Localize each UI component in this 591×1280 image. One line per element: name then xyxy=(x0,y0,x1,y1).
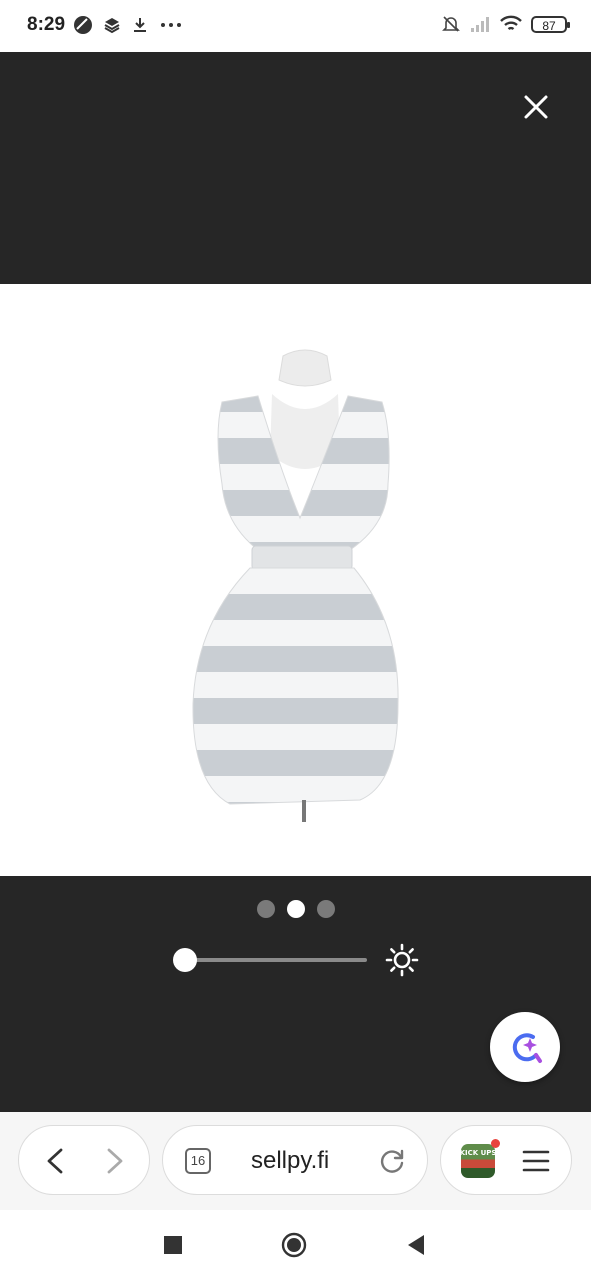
pagination-dots xyxy=(0,900,591,918)
close-icon[interactable] xyxy=(521,92,551,122)
address-bar[interactable]: 16 sellpy.fi xyxy=(162,1125,428,1195)
pagination-dot[interactable] xyxy=(316,900,335,918)
status-time: 8:29 xyxy=(27,14,66,35)
dress-image xyxy=(192,349,399,822)
assistant-icon xyxy=(512,1033,542,1063)
signal-icon xyxy=(471,17,489,32)
notification-badge xyxy=(491,1139,500,1148)
home-icon[interactable] xyxy=(281,1232,307,1258)
game-thumbnail-art: KICK UPS xyxy=(461,1149,495,1157)
app-circle-icon xyxy=(74,16,92,34)
browser-toolbar: 16 sellpy.fi KICK UPS xyxy=(0,1112,591,1210)
game-thumbnail[interactable]: KICK UPS xyxy=(461,1144,495,1178)
system-nav-bar xyxy=(0,1210,591,1280)
status-bar: 8:29 87 xyxy=(0,0,591,52)
extras-pill: KICK UPS xyxy=(440,1125,572,1195)
image-viewer-top xyxy=(0,52,591,284)
tab-count-button[interactable]: 16 xyxy=(185,1148,211,1174)
status-left-icons xyxy=(73,15,183,35)
back-nav-icon[interactable] xyxy=(403,1232,429,1258)
reload-icon[interactable] xyxy=(377,1146,407,1176)
forward-icon[interactable] xyxy=(99,1146,129,1176)
url-text[interactable]: sellpy.fi xyxy=(251,1147,329,1175)
brightness-icon[interactable] xyxy=(384,942,420,978)
download-icon xyxy=(134,18,146,32)
image-viewer-bottom xyxy=(0,876,591,1112)
status-right-icons: 87 xyxy=(441,14,570,34)
wifi-icon xyxy=(500,15,522,31)
recents-icon[interactable] xyxy=(160,1232,186,1258)
menu-icon[interactable] xyxy=(521,1146,551,1176)
pagination-dot-active[interactable] xyxy=(286,900,305,918)
stack-icon xyxy=(104,18,120,34)
navigation-pill xyxy=(18,1125,150,1195)
brightness-slider-handle[interactable] xyxy=(173,948,197,972)
more-dots-icon xyxy=(161,23,181,27)
assistant-button[interactable] xyxy=(490,1012,560,1082)
product-image[interactable] xyxy=(0,284,591,876)
bell-muted-icon xyxy=(442,16,460,32)
back-icon[interactable] xyxy=(41,1146,71,1176)
pagination-dot[interactable] xyxy=(256,900,275,918)
brightness-slider-track[interactable] xyxy=(185,958,367,962)
battery-icon: 87 xyxy=(531,15,570,33)
thumbnail-text: KICK UPS xyxy=(461,1149,495,1157)
